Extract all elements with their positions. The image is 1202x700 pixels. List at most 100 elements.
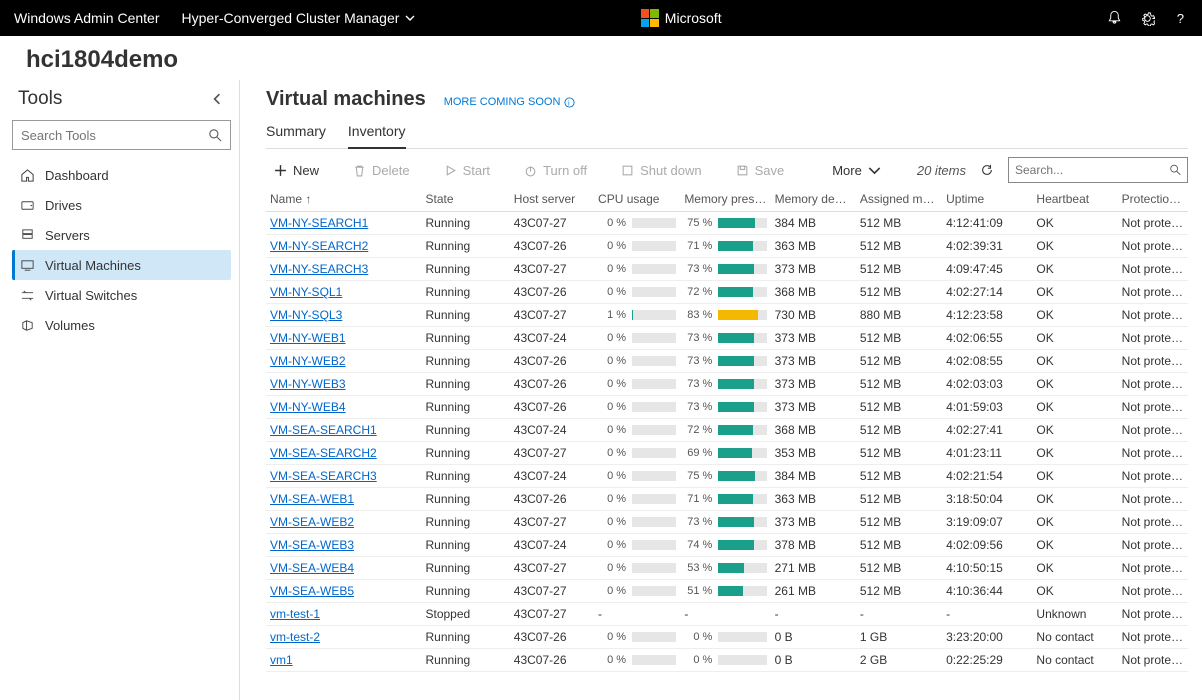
vm-link[interactable]: VM-SEA-WEB3 (270, 538, 354, 552)
vm-link[interactable]: VM-SEA-WEB4 (270, 561, 354, 575)
cell-heartbeat: OK (1032, 557, 1117, 580)
save-button[interactable]: Save (728, 159, 793, 182)
column-header[interactable]: Memory press... (680, 187, 770, 212)
cell-assigned: 512 MB (856, 258, 942, 281)
column-header[interactable]: Name ↑ (266, 187, 422, 212)
table-row[interactable]: VM-NY-SQL3Running43C07-271 %83 %730 MB88… (266, 304, 1188, 327)
vm-link[interactable]: VM-SEA-SEARCH1 (270, 423, 377, 437)
main-search-input[interactable] (1015, 163, 1170, 177)
sidebar-item-virtual-switches[interactable]: Virtual Switches (12, 280, 231, 310)
vm-link[interactable]: VM-NY-SEARCH3 (270, 262, 368, 276)
table-row[interactable]: VM-SEA-WEB4Running43C07-270 %53 %271 MB5… (266, 557, 1188, 580)
cell-uptime: 4:02:39:31 (942, 235, 1032, 258)
column-header[interactable]: CPU usage (594, 187, 680, 212)
table-row[interactable]: VM-NY-SEARCH2Running43C07-260 %71 %363 M… (266, 235, 1188, 258)
more-coming-soon-link[interactable]: MORE COMING SOON i (444, 96, 576, 108)
cell-demand: 373 MB (771, 258, 856, 281)
table-row[interactable]: VM-SEA-SEARCH2Running43C07-270 %69 %353 … (266, 442, 1188, 465)
cell-mem: 53 % (680, 557, 770, 580)
table-row[interactable]: VM-NY-WEB2Running43C07-260 %73 %373 MB51… (266, 350, 1188, 373)
cell-uptime: 0:22:25:29 (942, 649, 1032, 672)
sidebar-item-drives[interactable]: Drives (12, 190, 231, 220)
cell-heartbeat: OK (1032, 281, 1117, 304)
start-button[interactable]: Start (436, 159, 498, 182)
main-search[interactable] (1008, 157, 1188, 183)
cell-mem: 75 % (680, 212, 770, 235)
sidebar-search-input[interactable] (21, 128, 209, 143)
turnoff-button[interactable]: Turn off (516, 159, 595, 182)
vm-link[interactable]: VM-NY-SEARCH2 (270, 239, 368, 253)
cell-state: Running (422, 373, 510, 396)
switch-icon (20, 288, 35, 303)
vm-link[interactable]: VM-NY-SQL3 (270, 308, 342, 322)
table-row[interactable]: VM-SEA-WEB3Running43C07-240 %74 %378 MB5… (266, 534, 1188, 557)
table-row[interactable]: VM-SEA-SEARCH3Running43C07-240 %75 %384 … (266, 465, 1188, 488)
column-header[interactable]: Assigned mem... (856, 187, 942, 212)
column-header[interactable]: Heartbeat (1032, 187, 1117, 212)
table-row[interactable]: vm-test-2Running43C07-260 %0 %0 B1 GB3:2… (266, 626, 1188, 649)
new-button[interactable]: New (266, 159, 327, 182)
vm-link[interactable]: vm-test-2 (270, 630, 320, 644)
vm-link[interactable]: VM-SEA-WEB1 (270, 492, 354, 506)
cell-mem: 74 % (680, 534, 770, 557)
shutdown-button[interactable]: Shut down (613, 159, 709, 182)
cell-assigned: 512 MB (856, 212, 942, 235)
cell-demand: 384 MB (771, 465, 856, 488)
vm-link[interactable]: VM-NY-WEB3 (270, 377, 346, 391)
table-row[interactable]: VM-NY-SQL1Running43C07-260 %72 %368 MB51… (266, 281, 1188, 304)
cell-protection: Not protected (1118, 580, 1188, 603)
gear-icon[interactable] (1140, 11, 1155, 26)
delete-button[interactable]: Delete (345, 159, 418, 182)
table-row[interactable]: VM-NY-WEB4Running43C07-260 %73 %373 MB51… (266, 396, 1188, 419)
column-header[interactable]: Protection... (1118, 187, 1188, 212)
collapse-icon[interactable] (211, 93, 223, 105)
cell-mem: 83 % (680, 304, 770, 327)
help-icon[interactable]: ? (1173, 11, 1188, 26)
notifications-icon[interactable] (1107, 10, 1122, 26)
vm-link[interactable]: VM-NY-WEB2 (270, 354, 346, 368)
vm-link[interactable]: VM-NY-SQL1 (270, 285, 342, 299)
table-row[interactable]: VM-NY-SEARCH1Running43C07-270 %75 %384 M… (266, 212, 1188, 235)
table-row[interactable]: vm-test-1Stopped43C07-27-----UnknownNot … (266, 603, 1188, 626)
cell-assigned: 880 MB (856, 304, 942, 327)
vm-link[interactable]: VM-SEA-SEARCH3 (270, 469, 377, 483)
refresh-icon[interactable] (980, 163, 994, 177)
cell-assigned: - (856, 603, 942, 626)
table-row[interactable]: VM-SEA-WEB5Running43C07-270 %51 %261 MB5… (266, 580, 1188, 603)
sidebar-item-volumes[interactable]: Volumes (12, 310, 231, 340)
cell-heartbeat: OK (1032, 534, 1117, 557)
vm-link[interactable]: VM-SEA-WEB5 (270, 584, 354, 598)
table-row[interactable]: VM-NY-WEB1Running43C07-240 %73 %373 MB51… (266, 327, 1188, 350)
context-switcher[interactable]: Hyper-Converged Cluster Manager (182, 10, 416, 26)
vm-link[interactable]: VM-NY-WEB1 (270, 331, 346, 345)
sidebar-item-dashboard[interactable]: Dashboard (12, 160, 231, 190)
more-button[interactable]: More (824, 159, 889, 182)
sidebar: Tools DashboardDrivesServersVirtual Mach… (0, 80, 240, 700)
tab-summary[interactable]: Summary (266, 117, 326, 148)
vm-link[interactable]: vm-test-1 (270, 607, 320, 621)
table-row[interactable]: VM-SEA-WEB2Running43C07-270 %73 %373 MB5… (266, 511, 1188, 534)
sidebar-search[interactable] (12, 120, 231, 150)
column-header[interactable]: State (422, 187, 510, 212)
table-row[interactable]: VM-NY-WEB3Running43C07-260 %73 %373 MB51… (266, 373, 1188, 396)
vm-link[interactable]: vm1 (270, 653, 293, 667)
table-row[interactable]: vm1Running43C07-260 %0 %0 B2 GB0:22:25:2… (266, 649, 1188, 672)
table-row[interactable]: VM-SEA-WEB1Running43C07-260 %71 %363 MB5… (266, 488, 1188, 511)
cell-cpu: 0 % (594, 442, 680, 465)
cell-uptime: 4:02:03:03 (942, 373, 1032, 396)
tab-inventory[interactable]: Inventory (348, 117, 406, 149)
cell-assigned: 512 MB (856, 281, 942, 304)
vm-link[interactable]: VM-SEA-SEARCH2 (270, 446, 377, 460)
column-header[interactable]: Host server (510, 187, 594, 212)
table-row[interactable]: VM-NY-SEARCH3Running43C07-270 %73 %373 M… (266, 258, 1188, 281)
column-header[interactable]: Uptime (942, 187, 1032, 212)
vm-link[interactable]: VM-NY-SEARCH1 (270, 216, 368, 230)
vm-link[interactable]: VM-NY-WEB4 (270, 400, 346, 414)
cell-heartbeat: OK (1032, 419, 1117, 442)
cell-host: 43C07-27 (510, 557, 594, 580)
vm-link[interactable]: VM-SEA-WEB2 (270, 515, 354, 529)
sidebar-item-servers[interactable]: Servers (12, 220, 231, 250)
table-row[interactable]: VM-SEA-SEARCH1Running43C07-240 %72 %368 … (266, 419, 1188, 442)
column-header[interactable]: Memory dema... (771, 187, 856, 212)
sidebar-item-virtual-machines[interactable]: Virtual Machines (12, 250, 231, 280)
